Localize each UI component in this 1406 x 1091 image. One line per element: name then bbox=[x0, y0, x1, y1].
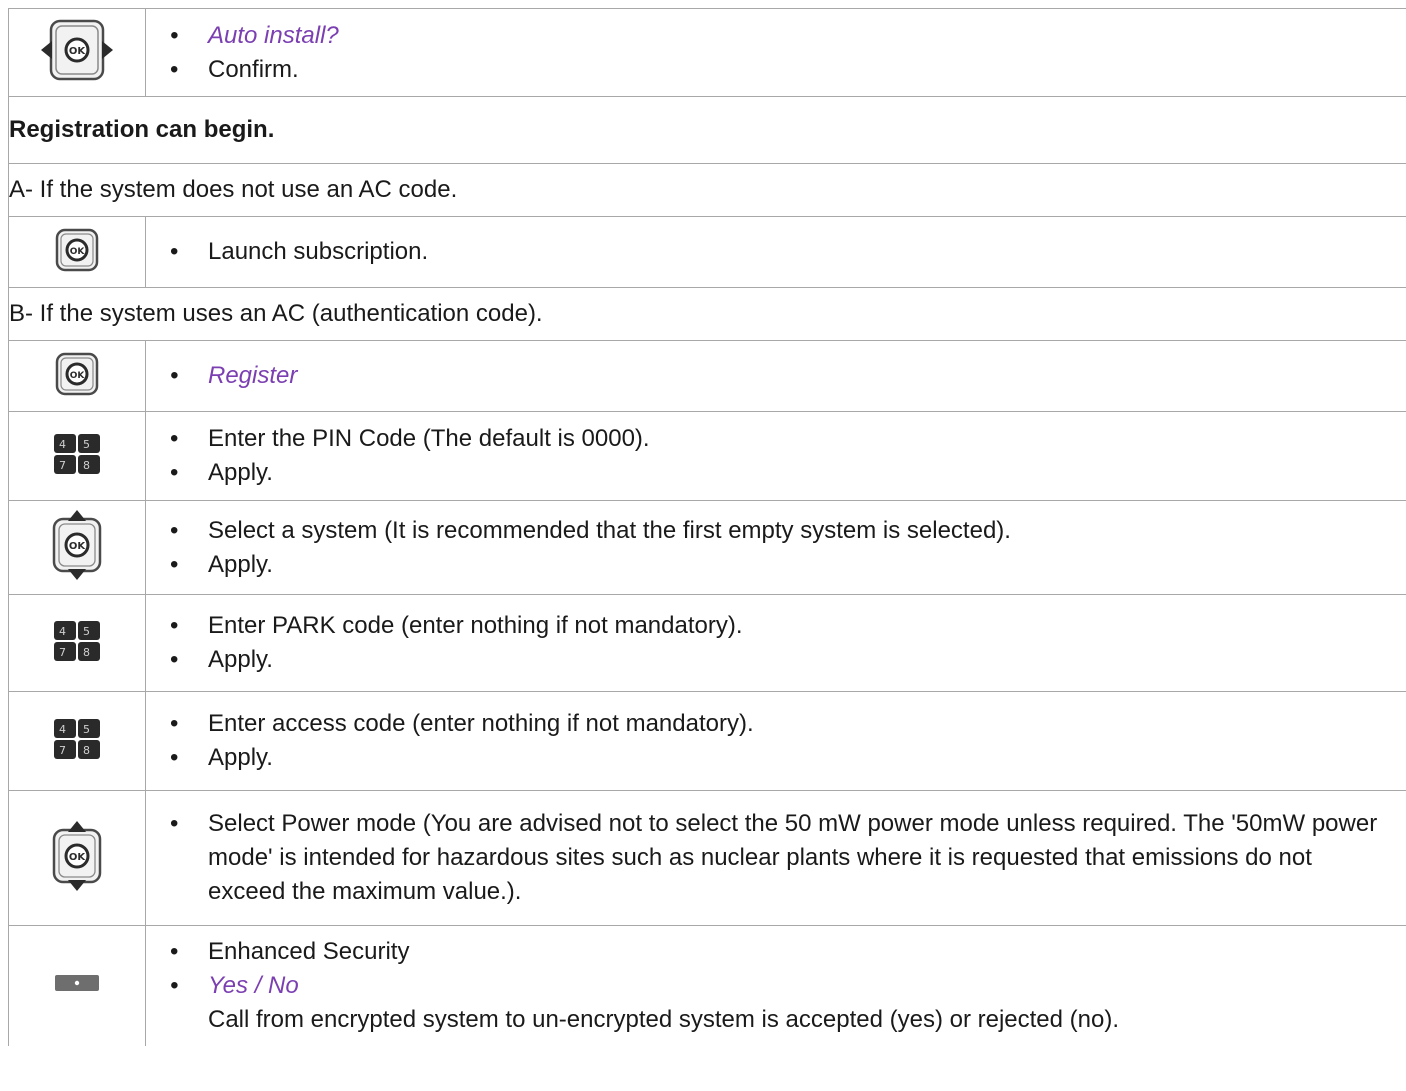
table-row: OK Register bbox=[8, 340, 1406, 412]
list-item: Enter access code (enter nothing if not … bbox=[146, 707, 1406, 741]
table-row: 4 5 7 8 Enter access code (enter nothing… bbox=[8, 691, 1406, 791]
list-item: Register bbox=[146, 359, 1406, 393]
table-row: OK Select a system (It is recommended th… bbox=[8, 500, 1406, 595]
table-row: A- If the system does not use an AC code… bbox=[8, 163, 1406, 217]
list-item: Enter PARK code (enter nothing if not ma… bbox=[146, 609, 1406, 643]
svg-text:5: 5 bbox=[83, 723, 90, 736]
keypad-icon: 4 5 7 8 bbox=[54, 620, 100, 666]
navigator-up-down-ok-icon: OK bbox=[51, 509, 103, 586]
list-item: Yes / No bbox=[146, 969, 1406, 1003]
svg-text:8: 8 bbox=[83, 646, 90, 659]
ok-button-icon: OK bbox=[55, 352, 99, 401]
table-row: OK Select Power mode (You are advised no… bbox=[8, 790, 1406, 926]
svg-text:8: 8 bbox=[83, 744, 90, 757]
section-heading: A- If the system does not use an AC code… bbox=[8, 163, 1406, 217]
svg-text:OK: OK bbox=[70, 247, 86, 257]
svg-text:7: 7 bbox=[59, 459, 66, 472]
list-item-note: Call from encrypted system to un-encrypt… bbox=[208, 1005, 1120, 1033]
list-item: Apply. bbox=[146, 643, 1406, 677]
svg-text:8: 8 bbox=[83, 459, 90, 472]
svg-text:OK: OK bbox=[69, 541, 87, 552]
ok-button-icon: OK bbox=[55, 228, 99, 277]
svg-text:4: 4 bbox=[59, 438, 66, 451]
table-row: 4 5 7 8 Enter PARK code (enter nothing i… bbox=[8, 594, 1406, 692]
table-row: OK Launch subscription. bbox=[8, 216, 1406, 288]
svg-text:5: 5 bbox=[83, 438, 90, 451]
list-item: Select a system (It is recommended that … bbox=[146, 514, 1406, 548]
list-item: Apply. bbox=[146, 548, 1406, 582]
svg-text:7: 7 bbox=[59, 646, 66, 659]
keypad-icon: 4 5 7 8 bbox=[54, 718, 100, 764]
svg-text:7: 7 bbox=[59, 744, 66, 757]
softkey-icon bbox=[55, 975, 99, 996]
table-row: OK Auto install? Confirm. bbox=[8, 8, 1406, 97]
instruction-table: OK Auto install? Confirm. Registration c… bbox=[8, 8, 1406, 1046]
list-item: Select Power mode (You are advised not t… bbox=[146, 807, 1390, 909]
svg-text:OK: OK bbox=[69, 852, 87, 863]
list-item: Apply. bbox=[146, 741, 1406, 775]
navigator-left-right-ok-icon: OK bbox=[37, 15, 117, 90]
table-row: B- If the system uses an AC (authenticat… bbox=[8, 287, 1406, 341]
list-item: Apply. bbox=[146, 456, 1406, 490]
table-row: 4 5 7 8 Enter the PIN Code (The default … bbox=[8, 411, 1406, 501]
navigator-up-down-ok-icon: OK bbox=[51, 820, 103, 897]
list-item: Auto install? bbox=[146, 19, 1406, 53]
keypad-icon: 4 5 7 8 bbox=[54, 433, 100, 479]
list-item: Enhanced Security bbox=[146, 935, 1406, 969]
section-heading: B- If the system uses an AC (authenticat… bbox=[8, 287, 1406, 341]
list-item: Confirm. bbox=[146, 53, 1406, 87]
list-item: Launch subscription. bbox=[146, 235, 1406, 269]
svg-text:OK: OK bbox=[70, 371, 86, 381]
section-heading: Registration can begin. bbox=[8, 96, 1406, 164]
table-row: Registration can begin. bbox=[8, 96, 1406, 164]
table-row: Enhanced Security Yes / No Call from enc… bbox=[8, 925, 1406, 1046]
svg-text:4: 4 bbox=[59, 625, 66, 638]
svg-text:OK: OK bbox=[69, 46, 87, 57]
svg-text:4: 4 bbox=[59, 723, 66, 736]
svg-text:5: 5 bbox=[83, 625, 90, 638]
list-item: Enter the PIN Code (The default is 0000)… bbox=[146, 422, 1406, 456]
